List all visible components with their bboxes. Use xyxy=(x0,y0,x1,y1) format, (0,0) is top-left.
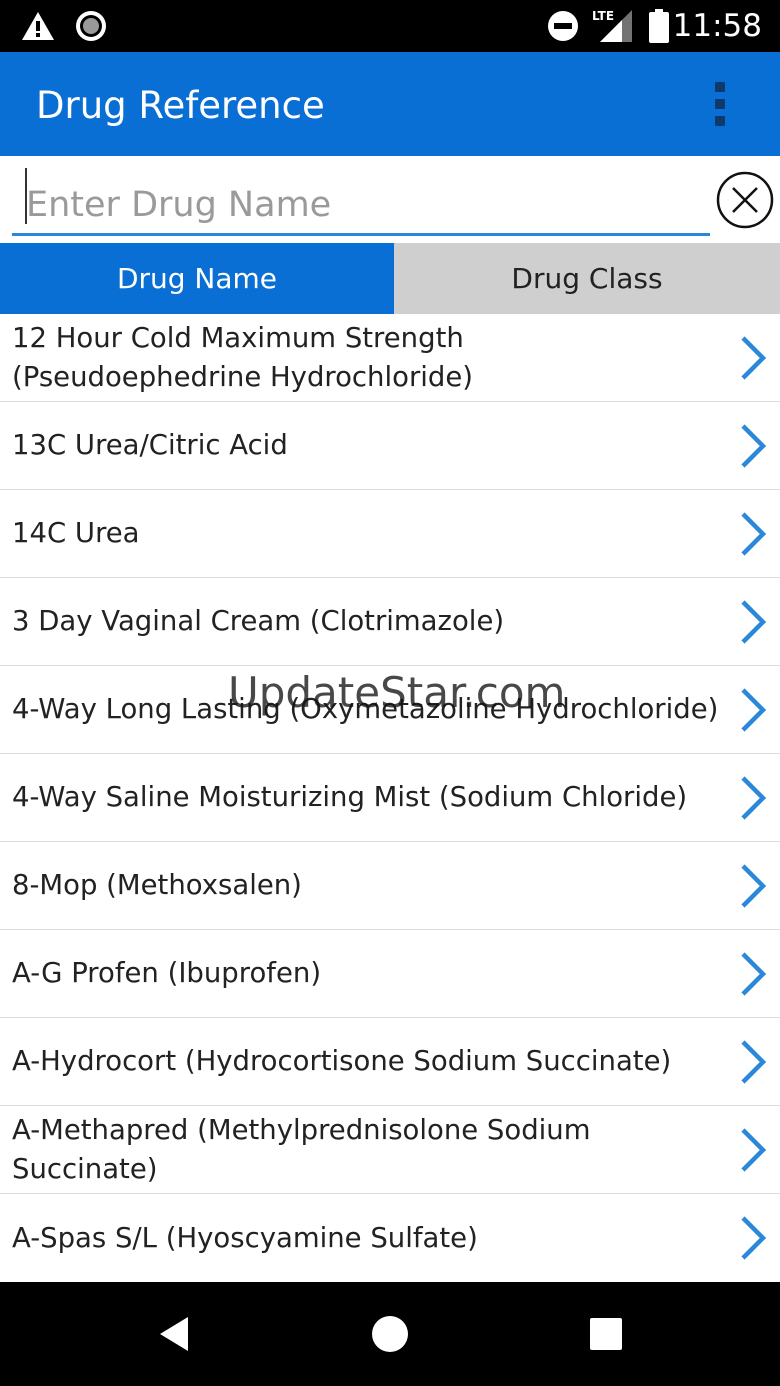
record-icon xyxy=(74,0,108,52)
chevron-right-icon xyxy=(741,688,767,732)
app-bar: Drug Reference xyxy=(0,52,780,156)
list-item[interactable]: 4-Way Long Lasting (Oxymetazoline Hydroc… xyxy=(0,666,780,754)
drug-name-label: 12 Hour Cold Maximum Strength (Pseudoeph… xyxy=(12,321,474,393)
list-item[interactable]: A-Spas S/L (Hyoscyamine Sulfate) xyxy=(0,1194,780,1282)
drug-search-input[interactable] xyxy=(12,176,710,236)
drug-name-label: A-Methapred (Methylprednisolone Sodium S… xyxy=(12,1113,591,1185)
chevron-right-icon xyxy=(741,1216,767,1260)
clear-circle-icon xyxy=(716,171,774,229)
tab-bar: Drug Name Drug Class xyxy=(0,243,780,314)
tab-drug-class[interactable]: Drug Class xyxy=(394,243,780,314)
chevron-right-icon xyxy=(741,952,767,996)
drug-name-label: 8-Mop (Methoxsalen) xyxy=(12,869,302,901)
recents-button[interactable] xyxy=(584,1312,628,1356)
drug-name-label: 4-Way Long Lasting (Oxymetazoline Hydroc… xyxy=(12,693,719,725)
status-bar: LTE 11:58 xyxy=(0,0,780,52)
list-item[interactable]: 13C Urea/Citric Acid xyxy=(0,402,780,490)
chevron-right-icon xyxy=(741,864,767,908)
list-item[interactable]: A-G Profen (Ibuprofen) xyxy=(0,930,780,1018)
overflow-menu-icon[interactable] xyxy=(700,74,740,134)
list-item[interactable]: 8-Mop (Methoxsalen) xyxy=(0,842,780,930)
chevron-right-icon xyxy=(741,776,767,820)
list-item[interactable]: A-Hydrocort (Hydrocortisone Sodium Succi… xyxy=(0,1018,780,1106)
home-circle-icon xyxy=(372,1316,408,1352)
search-bar xyxy=(0,156,780,243)
list-item[interactable]: A-Methapred (Methylprednisolone Sodium S… xyxy=(0,1106,780,1194)
list-item[interactable]: 14C Urea xyxy=(0,490,780,578)
back-triangle-icon xyxy=(160,1317,188,1351)
drug-list: 12 Hour Cold Maximum Strength (Pseudoeph… xyxy=(0,314,780,1282)
clear-search-button[interactable] xyxy=(716,171,774,229)
list-item[interactable]: 12 Hour Cold Maximum Strength (Pseudoeph… xyxy=(0,314,780,402)
chevron-right-icon xyxy=(741,336,767,380)
list-item[interactable]: 3 Day Vaginal Cream (Clotrimazole) xyxy=(0,578,780,666)
drug-name-label: A-Hydrocort (Hydrocortisone Sodium Succi… xyxy=(12,1045,672,1077)
drug-name-label: 14C Urea xyxy=(12,517,140,549)
lte-signal-icon: LTE xyxy=(592,0,634,52)
battery-icon xyxy=(648,0,670,52)
drug-name-label: A-Spas S/L (Hyoscyamine Sulfate) xyxy=(12,1221,478,1254)
drug-name-label: 4-Way Saline Moisturizing Mist (Sodium C… xyxy=(12,781,688,813)
chevron-right-icon xyxy=(741,1128,767,1172)
drug-name-label: 3 Day Vaginal Cream (Clotrimazole) xyxy=(12,605,505,637)
svg-text:LTE: LTE xyxy=(592,9,614,23)
do-not-disturb-icon xyxy=(546,0,580,52)
status-time: 11:58 xyxy=(672,8,762,44)
warning-icon xyxy=(20,0,56,52)
tab-drug-name[interactable]: Drug Name xyxy=(0,243,394,314)
chevron-right-icon xyxy=(741,600,767,644)
recents-square-icon xyxy=(590,1318,622,1350)
list-item[interactable]: 4-Way Saline Moisturizing Mist (Sodium C… xyxy=(0,754,780,842)
back-button[interactable] xyxy=(152,1312,196,1356)
chevron-right-icon xyxy=(741,1040,767,1084)
chevron-right-icon xyxy=(741,424,767,468)
home-button[interactable] xyxy=(368,1312,412,1356)
drug-name-label: 13C Urea/Citric Acid xyxy=(12,429,288,461)
navigation-bar xyxy=(0,1282,780,1386)
text-cursor xyxy=(25,168,27,224)
chevron-right-icon xyxy=(741,512,767,556)
drug-name-label: A-G Profen (Ibuprofen) xyxy=(12,957,322,989)
app-title: Drug Reference xyxy=(36,84,325,127)
